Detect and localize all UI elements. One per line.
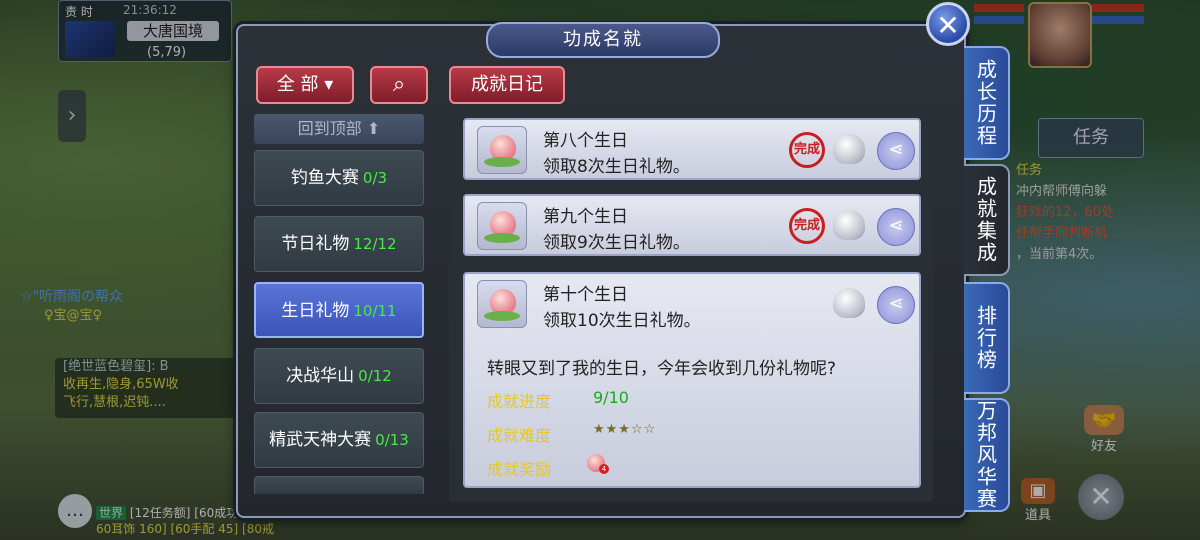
tab-label: 万邦风华赛 — [973, 400, 998, 510]
reward-pouch-icon[interactable] — [833, 134, 865, 164]
tab-leaderboard[interactable]: 排行榜 — [964, 282, 1010, 394]
difficulty-stars: ★★★☆☆ — [593, 422, 657, 437]
category-count: 12/12 — [353, 235, 397, 253]
category-count: 0/13 — [375, 431, 409, 449]
category-item[interactable]: 决战华山 0/12 — [254, 348, 424, 404]
achievement-card-expanded[interactable]: 第十个生日 领取10次生日礼物。 ⋖ 转眼又到了我的生日，今年会收到几份礼物呢?… — [463, 272, 921, 488]
tab-label: 成长历程 — [973, 59, 998, 147]
reward-label: 成就奖励 — [487, 460, 552, 479]
category-label: 生日礼物 — [281, 301, 350, 321]
achievement-card[interactable]: 第九个生日 领取9次生日礼物。 完成 ⋖ — [463, 194, 921, 256]
tab-growth-history[interactable]: 成长历程 — [964, 46, 1010, 160]
share-icon[interactable]: ⋖ — [877, 132, 915, 170]
category-count: 0/12 — [358, 367, 392, 385]
achievement-diary-button[interactable]: 成就日记 — [449, 66, 565, 104]
achievement-list[interactable]: 第八个生日 领取8次生日礼物。 完成 ⋖ 第九个生日 领取9次生日礼物。 完成 … — [449, 112, 933, 502]
category-list[interactable]: 回到顶部 ⬆ 钓鱼大赛 0/3 节日礼物 12/12 生日礼物 10/11 决战华山 0… — [252, 112, 426, 494]
panel-title: 功成名就 — [486, 22, 720, 58]
completed-seal: 完成 — [789, 132, 825, 168]
category-count: 10/11 — [353, 302, 397, 320]
search-button[interactable]: ⌕ — [370, 66, 428, 104]
tab-wanbang-contest[interactable]: 万邦风华赛 — [964, 398, 1010, 512]
peach-icon — [477, 202, 527, 250]
reward-pouch-icon[interactable] — [833, 210, 865, 240]
achievement-card[interactable]: 第八个生日 领取8次生日礼物。 完成 ⋖ — [463, 118, 921, 180]
achievement-desc: 领取10次生日礼物。 — [543, 311, 701, 331]
achievement-name: 第十个生日 — [543, 285, 628, 305]
category-label: 决战华山 — [286, 366, 355, 386]
peach-icon — [477, 126, 527, 174]
category-item[interactable]: 精武天神大赛 0/13 — [254, 412, 424, 468]
category-item-active[interactable]: 生日礼物 10/11 — [254, 282, 424, 338]
achievement-desc: 领取9次生日礼物。 — [543, 233, 690, 253]
progress-label: 成就进度 — [487, 392, 552, 411]
reward-row: 成就奖励 4 — [487, 454, 609, 480]
back-to-top-button[interactable]: 回到顶部 ⬆ — [254, 114, 424, 144]
difficulty-label: 成就难度 — [487, 426, 552, 445]
category-item[interactable]: 节日礼物 12/12 — [254, 216, 424, 272]
tab-achievement-collection[interactable]: 成就集成 — [964, 164, 1010, 276]
achievement-desc: 领取8次生日礼物。 — [543, 157, 690, 177]
tab-label: 排行榜 — [973, 305, 998, 371]
category-label: 钓鱼大赛 — [290, 168, 359, 188]
peach-reward-icon[interactable]: 4 — [587, 454, 609, 474]
completed-seal: 完成 — [789, 208, 825, 244]
category-item-partial[interactable] — [254, 476, 424, 494]
difficulty-row: 成就难度 ★★★☆☆ — [487, 422, 655, 446]
share-icon[interactable]: ⋖ — [877, 286, 915, 324]
progress-row: 成就进度 9/10 — [487, 388, 629, 412]
reward-pouch-icon[interactable] — [833, 288, 865, 318]
close-icon[interactable]: ✕ — [926, 2, 970, 46]
share-icon[interactable]: ⋖ — [877, 208, 915, 246]
search-icon: ⌕ — [392, 72, 406, 97]
achievement-name: 第八个生日 — [543, 131, 628, 151]
progress-value: 9/10 — [593, 388, 629, 407]
tab-label: 成就集成 — [973, 176, 998, 264]
achievement-name: 第九个生日 — [543, 207, 628, 227]
peach-icon — [477, 280, 527, 328]
achievement-detail: 转眼又到了我的生日，今年会收到几份礼物呢? — [487, 359, 837, 379]
category-item[interactable]: 钓鱼大赛 0/3 — [254, 150, 424, 206]
filter-dropdown[interactable]: 全 部 ▾ — [256, 66, 354, 104]
reward-count-badge: 4 — [599, 464, 609, 474]
category-count: 0/3 — [362, 169, 388, 187]
category-label: 节日礼物 — [281, 234, 350, 254]
category-label: 精武天神大赛 — [269, 430, 372, 450]
